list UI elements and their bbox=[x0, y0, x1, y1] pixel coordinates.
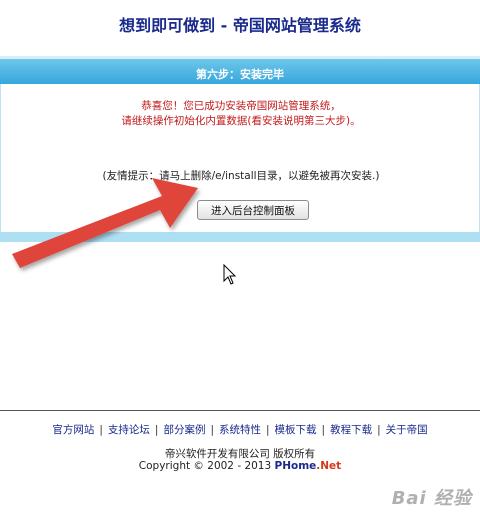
footer-link-template-download[interactable]: 模板下载 bbox=[275, 424, 317, 436]
footer-link-tutorial-download[interactable]: 教程下载 bbox=[330, 424, 372, 436]
footer-divider bbox=[0, 410, 480, 411]
brand-suffix: .Net bbox=[316, 460, 342, 472]
footer-links: 官方网站 | 支持论坛 | 部分案例 | 系统特性 | 模板下载 | 教程下载 | 关于帝国 bbox=[52, 424, 428, 436]
footer-link-cases[interactable]: 部分案例 bbox=[163, 424, 205, 436]
footer-copyright: Copyright © 2002 - 2013 PHome.Net bbox=[0, 460, 480, 472]
mouse-cursor-icon bbox=[223, 264, 237, 285]
footer-link-features[interactable]: 系统特性 bbox=[219, 424, 261, 436]
footer-link-official-site[interactable]: 官方网站 bbox=[52, 424, 94, 436]
footer-company: 帝兴软件开发有限公司 版权所有 bbox=[164, 448, 316, 460]
footer-link-about[interactable]: 关于帝国 bbox=[386, 424, 428, 436]
brand-name: PHome bbox=[274, 460, 317, 472]
baidu-watermark: Bai 经验 bbox=[391, 488, 472, 509]
footer-link-support-forum[interactable]: 支持论坛 bbox=[108, 424, 150, 436]
copyright-prefix: Copyright © 2002 - 2013 bbox=[138, 460, 275, 472]
